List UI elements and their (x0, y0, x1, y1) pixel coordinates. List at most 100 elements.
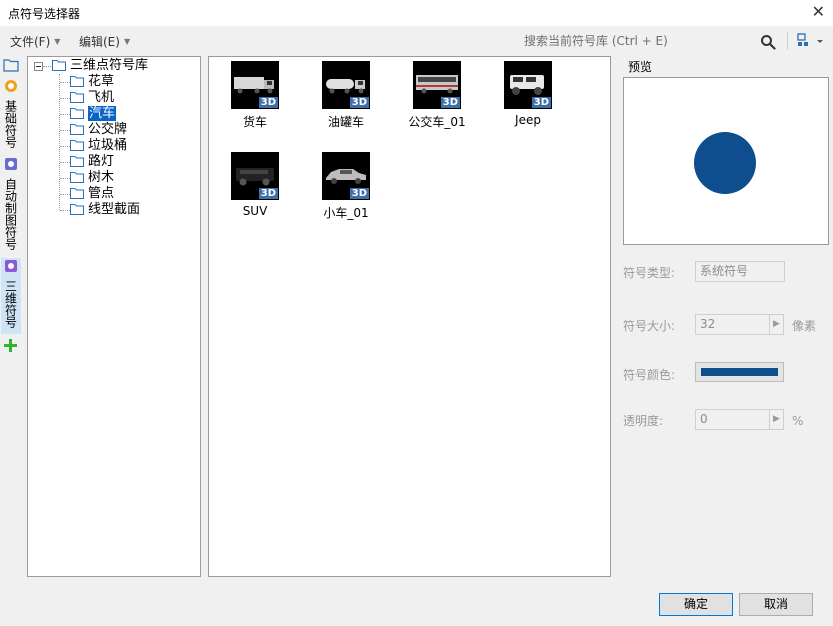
search-icon[interactable] (760, 34, 776, 50)
tree-node[interactable]: 汽车 (70, 106, 117, 122)
symbol-item[interactable]: 3D 油罐车 (306, 61, 386, 130)
3d-badge: 3D (349, 188, 369, 199)
preview-title: 预览 (628, 60, 653, 74)
tree-node[interactable]: 垃圾桶 (70, 138, 127, 154)
title-bar: 点符号选择器 ✕ (0, 0, 833, 26)
tree-node[interactable]: 线型截面 (70, 202, 140, 218)
tree-node-label: 汽车 (88, 106, 117, 121)
3d-badge: 3D (531, 97, 551, 108)
tree-node-label: 路灯 (88, 154, 115, 169)
tree-node[interactable]: 公交牌 (70, 122, 127, 138)
symbol-size-label: 符号大小: (623, 319, 676, 333)
tree-node[interactable]: 路灯 (70, 154, 114, 170)
auto-mapping-symbol-icon (5, 158, 17, 170)
preview-symbol (694, 132, 756, 194)
symbol-color-label: 符号颜色: (623, 368, 676, 382)
transparency-value: 0 (700, 412, 708, 426)
spin-right-icon[interactable]: ▶ (769, 315, 783, 334)
symbol-grid: 3D 货车 3D 油罐车 3D 公交车_01 3D Jeep 3D SUV 3D 小车_01 (208, 56, 611, 577)
symbol-color-bar (701, 368, 778, 376)
folder-icon (70, 172, 84, 183)
tree-root-label: 三维点符号库 (70, 58, 149, 73)
add-icon[interactable] (3, 338, 18, 353)
tree-root[interactable]: 三维点符号库 (52, 58, 148, 74)
tree-node-label: 垃圾桶 (88, 138, 128, 153)
ok-button[interactable]: 确定 (659, 593, 733, 616)
3d-badge: 3D (440, 97, 460, 108)
symbol-size-unit: 像素 (792, 319, 817, 333)
symbol-item[interactable]: 3D 公交车_01 (397, 61, 477, 130)
symbol-library-tree: 三维点符号库 花草 飞机 汽车 公交牌 垃圾桶 路灯 树木 管点 线型截面 (27, 56, 201, 577)
symbol-thumbnail: 3D (413, 61, 461, 109)
symbol-name: SUV (242, 204, 268, 218)
tab-basic-symbols[interactable]: 基础符号 (1, 78, 21, 148)
library-tabs: 基础符号 自动制图符号 三维符号 (0, 56, 22, 576)
view-mode-icon[interactable] (790, 31, 828, 51)
tree-node-label: 飞机 (88, 90, 115, 105)
folder-icon (70, 188, 84, 199)
toolbar-divider (787, 32, 788, 50)
symbol-thumbnail: 3D (504, 61, 552, 109)
folder-icon (52, 60, 66, 71)
symbol-name: 公交车_01 (408, 115, 466, 129)
tree-node-label: 花草 (88, 74, 115, 89)
folder-icon (70, 108, 84, 119)
cancel-button[interactable]: 取消 (739, 593, 813, 616)
tree-node[interactable]: 管点 (70, 186, 114, 202)
tree-node-label: 树木 (88, 170, 115, 185)
symbol-type-value: 系统符号 (700, 264, 749, 278)
symbol-name: 油罐车 (327, 115, 364, 129)
file-menu[interactable]: 文件(F) ▼ (10, 33, 60, 50)
symbol-thumbnail: 3D (322, 152, 370, 200)
symbol-name: 货车 (242, 115, 267, 129)
tab-3d-symbols-label: 三维符号 (3, 280, 18, 328)
symbol-name: Jeep (515, 113, 541, 127)
symbol-item[interactable]: 3D Jeep (488, 61, 568, 127)
basic-symbol-icon (5, 80, 17, 92)
preview-box (623, 77, 829, 245)
transparency-unit: % (792, 414, 804, 428)
window-title: 点符号选择器 (8, 7, 81, 21)
symbol-size-input[interactable]: 32 ▶ (695, 314, 784, 335)
folder-icon (70, 92, 84, 103)
tree-node[interactable]: 花草 (70, 74, 114, 90)
transparency-input[interactable]: 0 ▶ (695, 409, 784, 430)
symbol-item[interactable]: 3D 货车 (215, 61, 295, 130)
folder-icon (70, 156, 84, 167)
tab-3d-symbols[interactable]: 三维符号 (1, 258, 21, 334)
folder-icon (70, 76, 84, 87)
folder-icon (70, 140, 84, 151)
tree-node[interactable]: 飞机 (70, 90, 114, 106)
symbol-thumbnail: 3D (322, 61, 370, 109)
symbol-size-value: 32 (700, 317, 716, 331)
3d-badge: 3D (258, 97, 278, 108)
collapse-icon[interactable] (34, 62, 43, 71)
tree-node[interactable]: 树木 (70, 170, 114, 186)
symbol-color-picker[interactable] (695, 362, 784, 382)
symbol-thumbnail: 3D (231, 61, 279, 109)
folder-icon (70, 124, 84, 135)
symbol-type-field: 系统符号 (695, 261, 785, 282)
3d-symbol-icon (5, 260, 17, 272)
3d-badge: 3D (258, 188, 278, 199)
transparency-label: 透明度: (623, 414, 664, 428)
3d-badge: 3D (349, 97, 369, 108)
symbol-type-label: 符号类型: (623, 266, 676, 280)
tree-node-label: 线型截面 (88, 202, 141, 217)
tab-basic-symbols-label: 基础符号 (3, 100, 18, 148)
tree-node-label: 管点 (88, 186, 115, 201)
search-input[interactable] (520, 30, 778, 52)
chevron-down-icon: ▼ (123, 37, 131, 46)
symbol-item[interactable]: 3D SUV (215, 152, 295, 218)
edit-menu-label: 编辑(E) (79, 35, 120, 49)
tab-auto-mapping-symbols[interactable]: 自动制图符号 (1, 156, 21, 250)
symbol-thumbnail: 3D (231, 152, 279, 200)
edit-menu[interactable]: 编辑(E) ▼ (79, 33, 130, 50)
folder-icon[interactable] (3, 58, 19, 72)
symbol-item[interactable]: 3D 小车_01 (306, 152, 386, 221)
spin-right-icon[interactable]: ▶ (769, 410, 783, 429)
close-icon[interactable]: ✕ (812, 2, 825, 21)
tree-node-label: 公交牌 (88, 122, 128, 137)
file-menu-label: 文件(F) (10, 35, 51, 49)
tab-auto-mapping-symbols-label: 自动制图符号 (3, 178, 18, 250)
